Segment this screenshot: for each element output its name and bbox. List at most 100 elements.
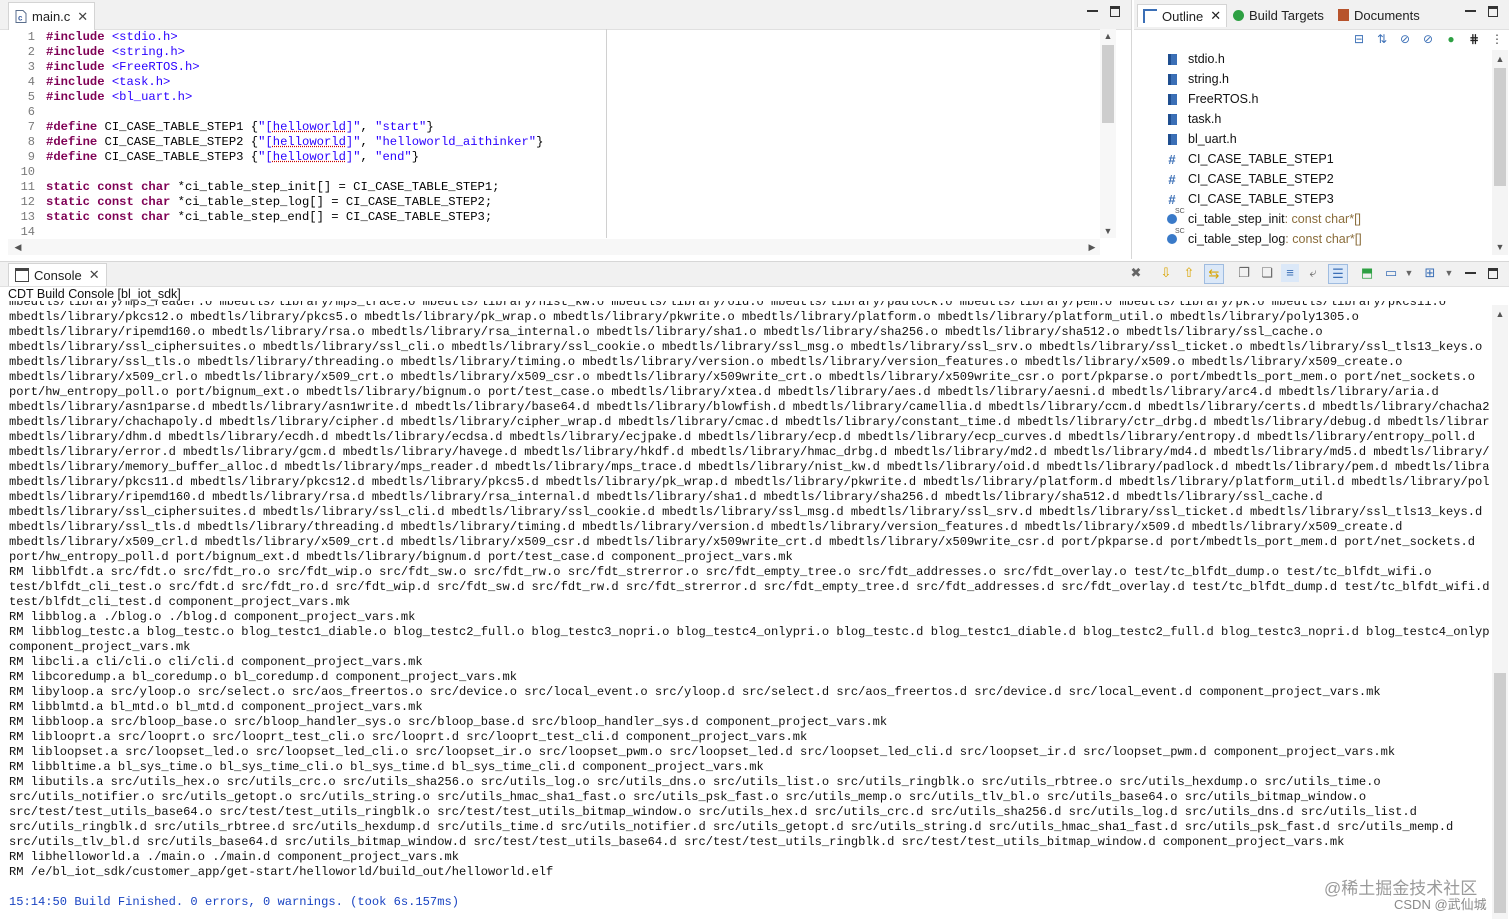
outline-scroll-thumb[interactable] [1494, 68, 1506, 186]
scroll-down-icon[interactable]: ▼ [1100, 226, 1116, 236]
minimize-icon[interactable] [1465, 6, 1476, 16]
code-string-warning: helloworld [272, 120, 346, 134]
line-number: 3 [27, 60, 35, 74]
outline-item[interactable]: # CI_CASE_TABLE_STEP2 [1164, 169, 1333, 189]
console-line: RM libcoredump.a bl_coredump.o bl_coredu… [9, 670, 518, 684]
minimize-icon[interactable] [1087, 6, 1098, 16]
tab-label: Build Targets [1249, 7, 1324, 23]
display-console-icon[interactable]: ▭ [1382, 264, 1400, 282]
code-string: <string.h> [111, 45, 185, 59]
previous-error-icon[interactable]: ⇧ [1180, 264, 1198, 282]
terminate-icon[interactable]: ✖ [1127, 264, 1145, 282]
console-line: RM libblog.a ./blog.o ./blog.d component… [9, 610, 416, 624]
word-wrap-icon[interactable]: ⤶ [1304, 264, 1322, 282]
close-icon[interactable]: ✕ [89, 267, 100, 283]
open-console-icon[interactable]: ⊞ [1421, 264, 1439, 282]
static-variable-icon [1164, 228, 1185, 246]
close-icon[interactable]: ✕ [1210, 8, 1221, 24]
line-number: 12 [20, 195, 35, 209]
code-line: #include <FreeRTOS.h> [46, 60, 200, 75]
outline-item[interactable]: string.h [1164, 69, 1229, 89]
console-line: RM libbltime.a bl_sys_time.o bl_sys_time… [9, 760, 764, 774]
link-with-editor-icon[interactable]: ⇆ [1204, 264, 1224, 284]
chevron-down-icon[interactable]: ▼ [1440, 264, 1458, 282]
maximize-icon[interactable] [1488, 6, 1498, 17]
chevron-down-icon[interactable]: ▼ [1400, 264, 1418, 282]
outline-item[interactable]: stdio.h [1164, 49, 1225, 69]
hide-static-icon[interactable]: ⊘ [1420, 31, 1436, 47]
tab-label: main.c [32, 9, 71, 24]
console-window-controls [1465, 268, 1498, 279]
copy-icon[interactable]: ❐ [1235, 264, 1253, 282]
outline-item-type: : const char*[] [1285, 232, 1362, 246]
scroll-up-icon[interactable]: ▲ [1492, 54, 1508, 64]
line-number: 14 [20, 225, 35, 239]
console-line: test/blfdt_cli_test.o src/fdt.d src/fdt_… [9, 580, 1489, 594]
maximize-icon[interactable] [1488, 268, 1498, 279]
hide-nonpublic-icon[interactable]: ● [1443, 31, 1459, 47]
static-variable-icon [1164, 208, 1185, 226]
line-number: 7 [27, 120, 35, 134]
outline-item[interactable]: ci_table_step_init : const char*[] [1164, 208, 1361, 229]
line-number-gutter: 1 2 3 4 5 6 7 8 9 10 11 12 13 14 [0, 29, 40, 239]
console-icon [15, 268, 29, 282]
view-menu-icon[interactable]: ⋮ [1489, 31, 1505, 47]
console-line: mbedtls/library/x509_crl.o mbedtls/libra… [9, 370, 1476, 384]
console-line: port/hw_entropy_poll.o port/bignum_ext.o… [9, 385, 1439, 399]
scroll-up-icon[interactable]: ▲ [1492, 309, 1508, 319]
console-line: RM libblog_testc.a blog_testc.o blog_tes… [9, 625, 1489, 639]
console-line: RM libbloop.a src/bloop_base.o src/bloop… [9, 715, 888, 729]
outline-item[interactable]: # CI_CASE_TABLE_STEP1 [1164, 149, 1333, 169]
console-line: port/hw_entropy_poll.d port/bignum_ext.d… [9, 550, 793, 564]
maximize-icon[interactable] [1110, 6, 1120, 17]
code-text: , [360, 150, 376, 164]
next-error-icon[interactable]: ⇩ [1157, 264, 1175, 282]
scroll-right-icon[interactable]: ▶ [1084, 242, 1100, 253]
header-file-icon [1164, 52, 1180, 66]
code-string: ]" [345, 135, 361, 149]
scroll-down-icon[interactable]: ▼ [1492, 242, 1508, 252]
console-output[interactable]: mbedtls/library/mps_reader.o mbedtls/lib… [9, 301, 1489, 919]
console-line: src/test/test_utils_base64.o src/test/te… [9, 805, 1417, 819]
code-keyword: #include [46, 75, 105, 89]
outline-item[interactable]: bl_uart.h [1164, 129, 1237, 149]
line-number: 1 [27, 30, 35, 44]
macro-icon: # [1168, 151, 1176, 167]
code-text: CI_CASE_TABLE_STEP2 { [97, 135, 259, 149]
code-line: #define CI_CASE_TABLE_STEP3 {"[helloworl… [46, 150, 419, 165]
console-line: RM liblooprt.a src/looprt.o src/looprt_t… [9, 730, 808, 744]
paste-icon[interactable]: ❏ [1258, 264, 1276, 282]
minimize-icon[interactable] [1465, 268, 1476, 278]
hide-fields-icon[interactable]: ⊘ [1397, 31, 1413, 47]
outline-item[interactable]: task.h [1164, 109, 1221, 129]
code-editor[interactable]: #include <stdio.h> #include <string.h> #in… [46, 29, 606, 238]
tab-documents[interactable]: Documents [1338, 4, 1420, 26]
scroll-lock-icon[interactable]: ≡ [1281, 264, 1299, 282]
console-scroll-thumb[interactable] [1494, 673, 1506, 913]
editor-window-controls [1087, 6, 1120, 17]
editor-tab-bar: c main.c ✕ [0, 0, 1131, 30]
editor-horizontal-scrollbar[interactable] [8, 239, 1100, 255]
tab-build-targets[interactable]: Build Targets [1233, 4, 1324, 26]
outline-item-label: ci_table_step_init [1188, 212, 1285, 226]
outline-item[interactable]: # CI_CASE_TABLE_STEP3 [1164, 189, 1333, 209]
group-icon[interactable]: ⋕ [1466, 31, 1482, 47]
scroll-up-icon[interactable]: ▲ [1100, 31, 1116, 41]
tab-outline[interactable]: Outline ✕ [1137, 4, 1228, 27]
tab-main-c[interactable]: c main.c ✕ [8, 2, 96, 30]
editor-scroll-thumb[interactable] [1102, 45, 1114, 123]
close-icon[interactable]: ✕ [77, 9, 88, 25]
sort-icon[interactable]: ⇅ [1374, 31, 1390, 47]
code-line: static const char *ci_table_step_init[] … [46, 180, 499, 195]
scroll-left-icon[interactable]: ◀ [10, 242, 26, 253]
tab-label: Documents [1354, 7, 1420, 23]
line-number: 6 [27, 105, 35, 119]
outline-item[interactable]: FreeRTOS.h [1164, 89, 1258, 109]
tab-console[interactable]: Console ✕ [8, 263, 107, 286]
print-margin-line [606, 29, 607, 238]
outline-item[interactable]: ci_table_step_log : const char*[] [1164, 228, 1362, 249]
collapse-all-icon[interactable]: ⊟ [1351, 31, 1367, 47]
clear-console-icon[interactable]: ☰ [1328, 264, 1348, 284]
pin-console-icon[interactable]: ⬒ [1358, 264, 1376, 282]
